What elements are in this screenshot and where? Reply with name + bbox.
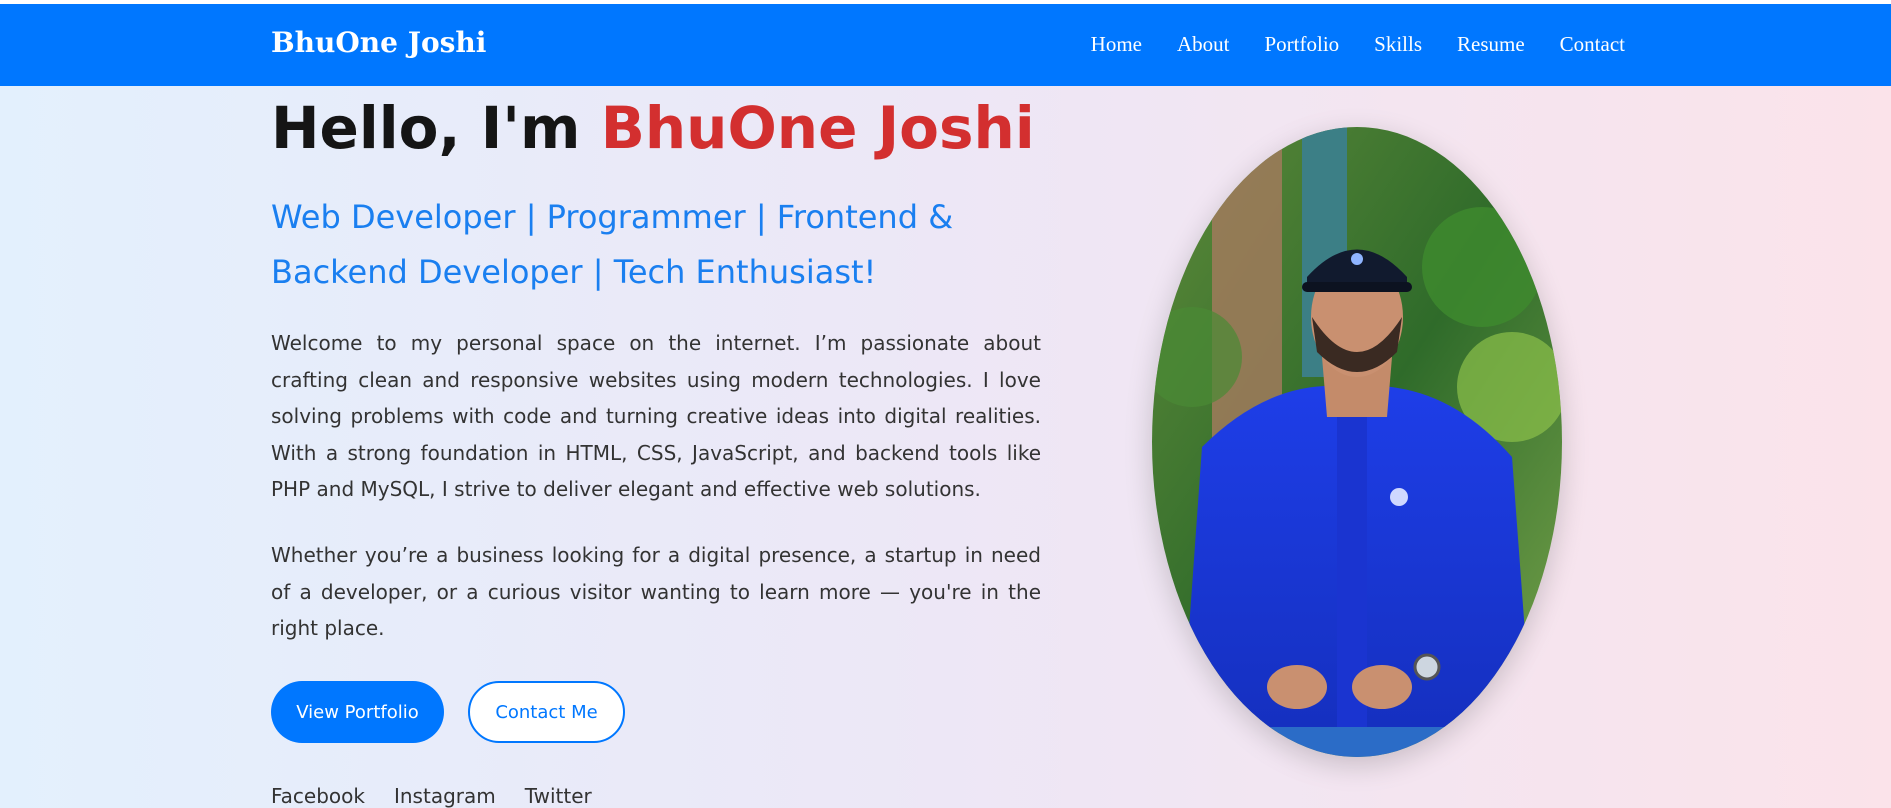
brand-logo[interactable]: BhuOne Joshi: [271, 26, 486, 59]
nav-links: Home About Portfolio Skills Resume Conta…: [1091, 32, 1625, 57]
nav-resume[interactable]: Resume: [1457, 32, 1525, 57]
intro-paragraph: Welcome to my personal space on the inte…: [271, 331, 1041, 502]
navbar: BhuOne Joshi Home About Portfolio Skills…: [0, 4, 1891, 86]
hero-greeting: Hello, I'm: [271, 94, 601, 162]
hero-subtitle: Web Developer | Programmer | Frontend & …: [271, 198, 954, 291]
hero-name: BhuOne Joshi: [600, 94, 1035, 162]
contact-me-button[interactable]: Contact Me: [468, 681, 625, 743]
profile-photo: [1152, 127, 1562, 757]
nav-home[interactable]: Home: [1091, 32, 1142, 57]
nav-portfolio[interactable]: Portfolio: [1264, 32, 1339, 57]
profile-photo-illustration: [1152, 127, 1562, 757]
social-links: Facebook Instagram Twitter: [271, 784, 592, 808]
instagram-link[interactable]: Instagram: [394, 784, 496, 808]
secondary-paragraph: Whether you’re a business looking for a …: [271, 543, 1041, 641]
twitter-link[interactable]: Twitter: [525, 784, 592, 808]
nav-contact[interactable]: Contact: [1560, 32, 1625, 57]
hero-title: Hello, I'm BhuOne Joshi: [271, 94, 1035, 162]
nav-about[interactable]: About: [1177, 32, 1230, 57]
view-portfolio-button[interactable]: View Portfolio: [271, 681, 444, 743]
nav-skills[interactable]: Skills: [1374, 32, 1422, 57]
facebook-link[interactable]: Facebook: [271, 784, 365, 808]
